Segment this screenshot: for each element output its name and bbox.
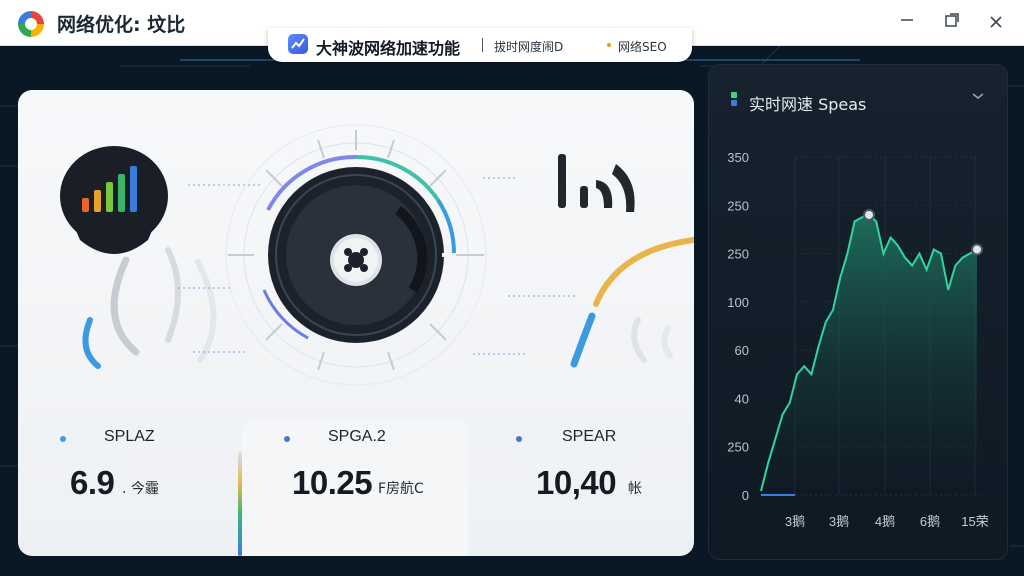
- app-logo-icon: [18, 11, 44, 37]
- stat-dot-3: [516, 436, 522, 442]
- close-button[interactable]: [982, 9, 1010, 37]
- x-tick-label: 4鹅: [875, 514, 895, 529]
- stat-label-1: SPLAZ: [104, 428, 155, 445]
- x-tick-label: 15荣: [961, 514, 988, 529]
- y-tick-label: 250: [727, 440, 749, 455]
- wifi-waves-left: [82, 247, 217, 369]
- maximize-button[interactable]: [938, 9, 966, 37]
- brand-logo-icon: [558, 154, 635, 212]
- y-tick-label: 250: [727, 198, 749, 213]
- main-dashboard-panel: SPLAZ 6.9 . 今霾 SPGA.2 10.25 F房航C SPEAR 1…: [18, 90, 694, 556]
- speed-chart: 350 250 250 100 60 40 250 0 3鹅 3鹅 4鹅 6鹅 15荣: [727, 150, 988, 529]
- close-icon: [990, 16, 1002, 28]
- tab-separator: [482, 38, 483, 52]
- stat-unit-2: F房航C: [378, 481, 424, 497]
- wifi-waves-right: [570, 237, 694, 368]
- accelerate-chart-icon: [288, 34, 308, 54]
- signal-bars-icon: [60, 146, 168, 254]
- stat-value-2: 10.25: [292, 464, 373, 501]
- stat-value-1: 6.9: [70, 464, 115, 501]
- y-tick-label: 0: [742, 488, 749, 503]
- stat-unit-1: . 今霾: [122, 481, 159, 497]
- stat-dot-1: [60, 436, 66, 442]
- realtime-speed-panel: 实时网速 Speas 350 250 250 100 60 40 250 0 3鹅 3鹅 4鹅 6鹅 1…: [708, 64, 1008, 560]
- x-tick-label: 3鹅: [829, 514, 849, 529]
- y-tick-label: 40: [735, 391, 749, 406]
- minimize-icon: [901, 19, 913, 21]
- stat-card-1[interactable]: SPLAZ 6.9 . 今霾: [18, 420, 238, 556]
- x-tick-label: 3鹅: [785, 514, 805, 529]
- x-tick-label: 6鹅: [920, 514, 940, 529]
- y-tick-label: 60: [735, 343, 749, 358]
- stat-label-3: SPEAR: [562, 428, 617, 445]
- tab-dot: [607, 43, 611, 47]
- y-tick-label: 100: [727, 295, 749, 310]
- speed-marker-point: [971, 243, 983, 256]
- window-title: 网络优化: 坟比: [57, 14, 186, 36]
- minimize-button[interactable]: [893, 9, 921, 37]
- feature-tab-strip[interactable]: 大神波网络加速功能 拔时网度闹D 网络SEO: [268, 28, 692, 62]
- feature-title: 大神波网络加速功能: [316, 39, 461, 58]
- stat-card-3[interactable]: SPEAR 10,40 帐: [468, 420, 694, 556]
- stat-label-2: SPGA.2: [328, 428, 386, 445]
- stat-unit-3: 帐: [628, 481, 642, 497]
- stat-dot-2: [284, 436, 290, 442]
- y-tick-label: 250: [727, 247, 749, 262]
- tab-subtitle-1[interactable]: 拔时网度闹D: [494, 38, 563, 55]
- speed-marker-point: [863, 208, 875, 221]
- stat-value-3: 10,40: [536, 464, 617, 501]
- speed-dial: [225, 124, 487, 386]
- y-tick-label: 350: [727, 150, 749, 165]
- stat-card-2[interactable]: SPGA.2 10.25 F房航C: [242, 420, 468, 556]
- speed-area: [761, 214, 977, 495]
- tab-subtitle-2[interactable]: 网络SEO: [618, 38, 667, 55]
- maximize-icon: [945, 13, 959, 27]
